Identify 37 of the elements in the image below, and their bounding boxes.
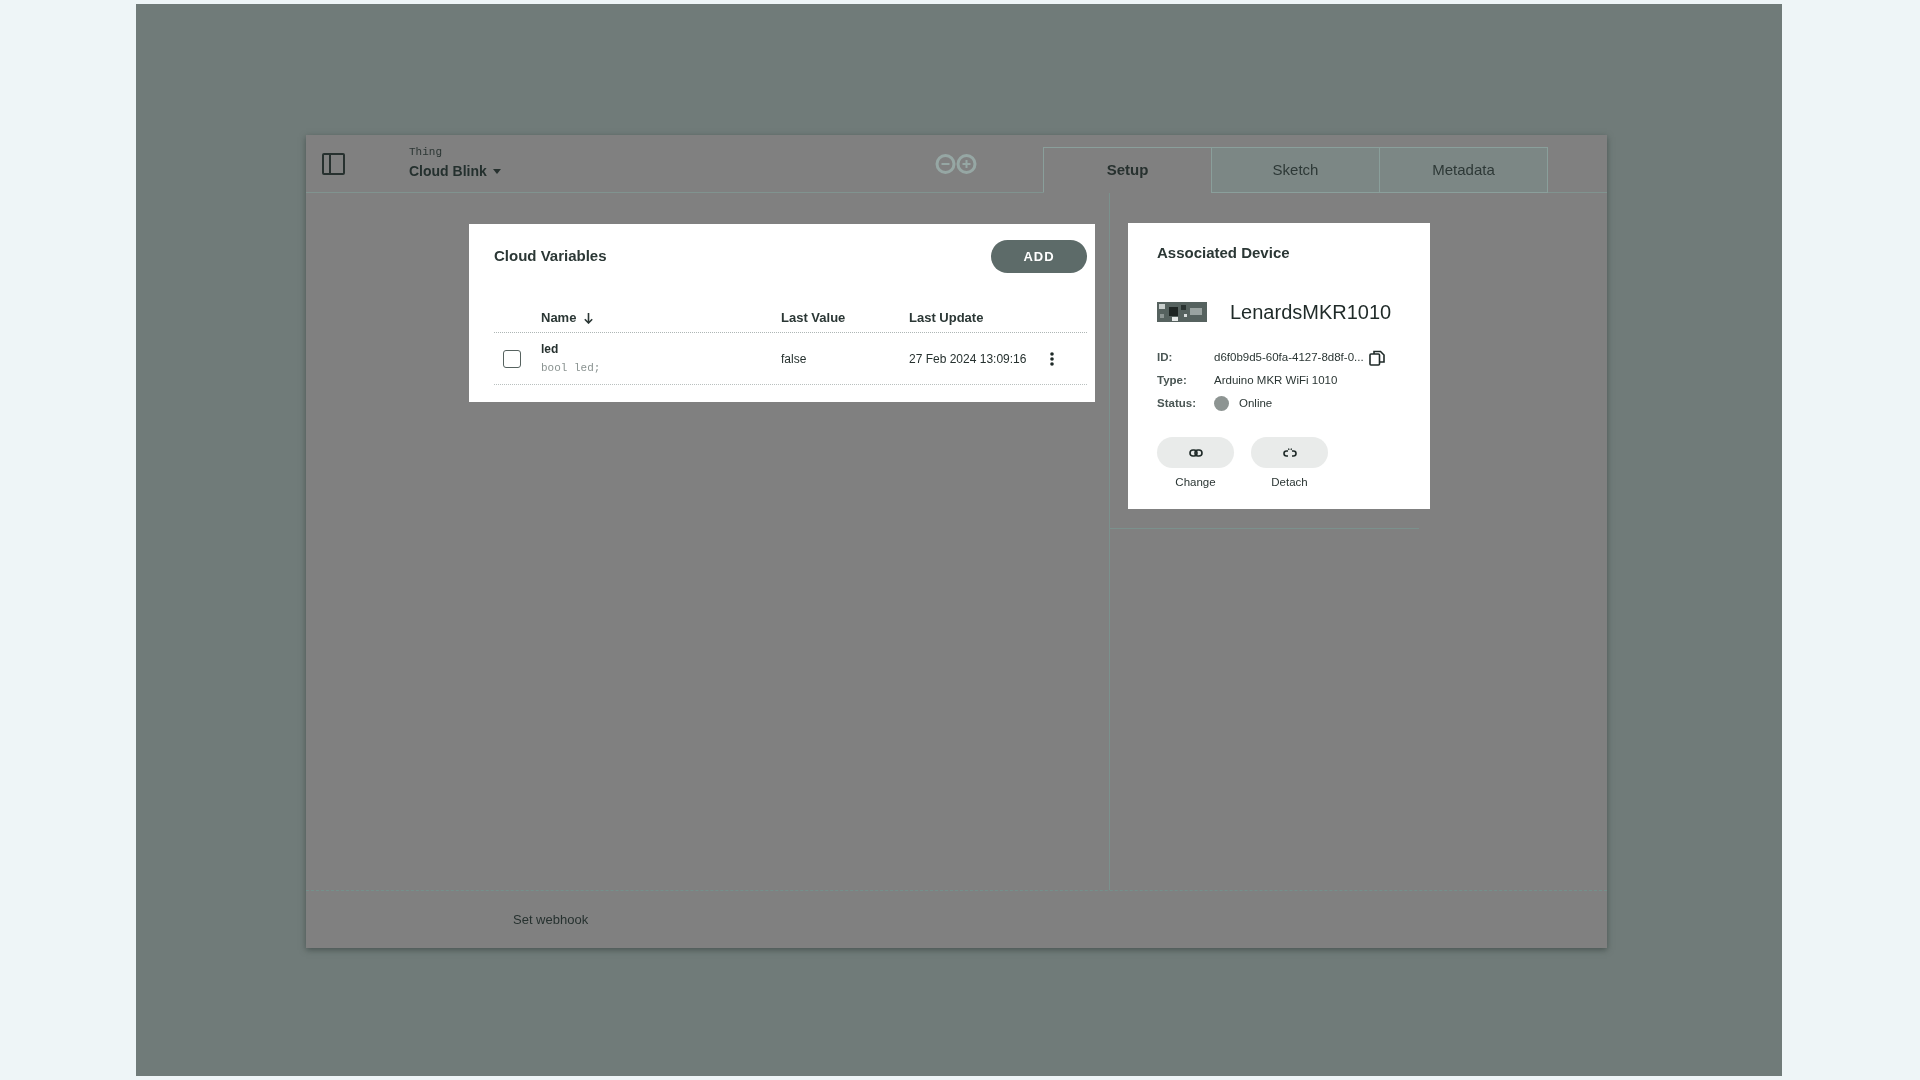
sidebar-toggle-icon[interactable] (322, 152, 345, 175)
tab[interactable]: Metadata (1379, 147, 1548, 193)
field-label: Status: (1157, 395, 1197, 411)
action-label: Detach (1271, 475, 1308, 490)
infinity-logo-icon (934, 152, 978, 175)
thing-label: Thing (409, 146, 443, 161)
column-header[interactable]: Name (541, 308, 594, 328)
add-button[interactable]: ADD (991, 240, 1087, 273)
action-label: Change (1175, 475, 1216, 490)
field-value: Arduino MKR WiFi 1010 (1214, 372, 1338, 388)
field-label: Type: (1157, 372, 1188, 388)
tab[interactable]: Sketch (1211, 147, 1380, 193)
field-value: d6f0b9d5-60fa-4127-8d8f-0... (1214, 349, 1364, 365)
status-dot-icon (1214, 396, 1229, 411)
caret-icon (492, 169, 501, 175)
column-header[interactable]: Last Update (909, 308, 984, 328)
webhook-link[interactable]: Set webhook (513, 909, 589, 930)
broken-link-icon (1282, 447, 1297, 458)
field-label: ID: (1157, 349, 1174, 365)
variable-declaration: bool led; (541, 360, 602, 376)
checkbox[interactable] (503, 349, 521, 368)
last-update: 27 Feb 2024 13:09:16 (909, 351, 1027, 366)
variable-name: led (541, 340, 560, 358)
arrow-down-icon (584, 312, 594, 324)
thing-dropdown[interactable]: Cloud Blink (409, 163, 501, 181)
card-title: Associated Device (1157, 244, 1291, 262)
link-icon (1188, 448, 1203, 457)
copy-icon[interactable] (1368, 349, 1385, 366)
more-options-icon[interactable] (1050, 352, 1054, 367)
last-value: false (781, 351, 807, 366)
status-value: Online (1239, 395, 1273, 411)
tab[interactable]: Setup (1043, 147, 1212, 193)
circuit-board-icon (1157, 302, 1207, 322)
link-button[interactable] (1157, 437, 1234, 468)
column-header[interactable]: Last Value (781, 308, 846, 328)
card-title: Cloud Variables (494, 246, 607, 267)
device-name: LenardsMKR1010 (1230, 300, 1392, 325)
